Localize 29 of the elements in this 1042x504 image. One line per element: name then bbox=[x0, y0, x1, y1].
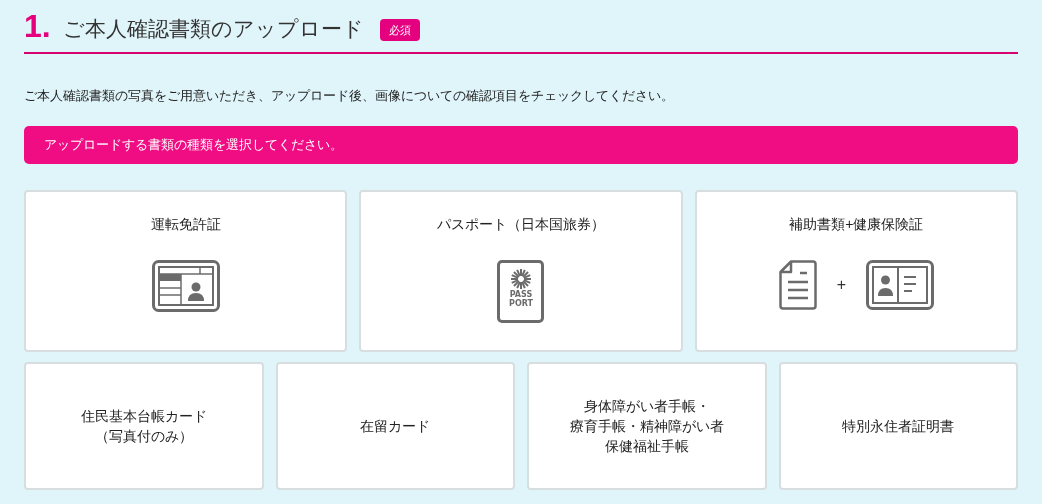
document-type-card[interactable]: 特別永住者証明書 bbox=[778, 361, 1018, 490]
passport-label: PASS bbox=[509, 289, 533, 299]
document-type-card[interactable]: 補助書類+健康保険証 + bbox=[694, 189, 1018, 352]
document-type-card[interactable]: 身体障がい者手帳・ 療育手帳・精神障がい者 保健福祉手帳 bbox=[527, 361, 767, 490]
document-type-label: （写真付のみ） bbox=[94, 426, 193, 446]
document-type-label: 特別永住者証明書 bbox=[842, 416, 955, 436]
license-card-icon bbox=[151, 259, 220, 312]
document-type-label: パスポート（日本国旅券） bbox=[437, 214, 605, 234]
document-type-card[interactable]: 運転免許証 bbox=[24, 189, 348, 352]
id-card-icon bbox=[866, 259, 934, 310]
document-type-label: 住民基本台帳カード bbox=[80, 406, 207, 426]
document-type-label: 補助書類+健康保険証 bbox=[789, 214, 924, 234]
instruction-text: ご本人確認書類の写真をご用意いただき、アップロード後、画像についての確認項目をチェックしてください。 bbox=[24, 87, 675, 105]
alert-banner: アップロードする書類の種類を選択してください。 bbox=[24, 125, 1018, 164]
document-type-label: 療育手帳・精神障がい者 bbox=[569, 416, 724, 436]
document-icon bbox=[778, 259, 817, 310]
sunburst-icon bbox=[510, 267, 532, 290]
required-badge: 必須 bbox=[379, 18, 420, 41]
step-number: 1. bbox=[24, 8, 51, 44]
plus-sign: + bbox=[836, 274, 846, 295]
document-type-label: 身体障がい者手帳・ bbox=[583, 396, 710, 416]
document-type-card[interactable]: 住民基本台帳カード （写真付のみ） bbox=[24, 361, 264, 490]
section-title: ご本人確認書類のアップロード bbox=[62, 16, 364, 42]
document-type-card[interactable]: パスポート（日本国旅券） PASS PORT bbox=[359, 189, 683, 352]
document-type-label: 保健福祉手帳 bbox=[604, 436, 689, 456]
passport-label: PORT bbox=[509, 298, 533, 308]
document-type-label: 運転免許証 bbox=[150, 214, 221, 234]
document-type-card[interactable]: 在留カード bbox=[275, 361, 515, 490]
document-type-label: 在留カード bbox=[360, 416, 431, 436]
